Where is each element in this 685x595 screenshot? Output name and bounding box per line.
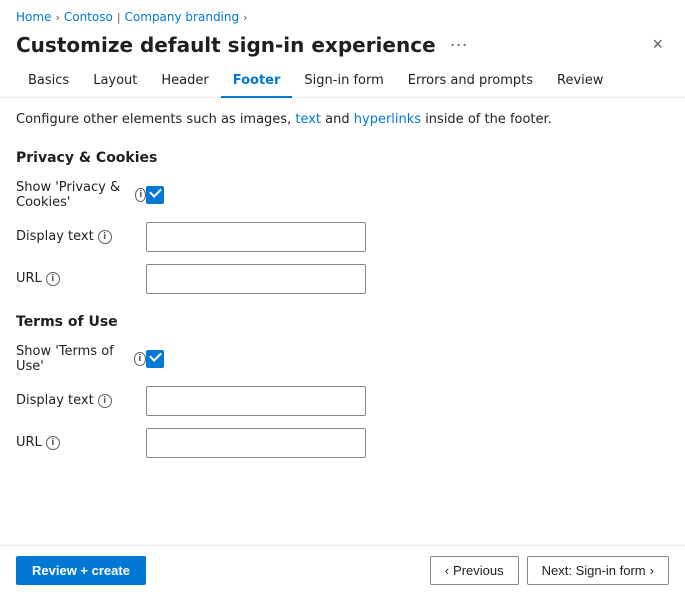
show-privacy-row: Show 'Privacy & Cookies' i [16, 180, 669, 210]
privacy-cookies-section: Privacy & Cookies Show 'Privacy & Cookie… [16, 150, 669, 294]
previous-label: Previous [453, 563, 504, 578]
tab-header[interactable]: Header [149, 65, 220, 98]
show-terms-label-text: Show 'Terms of Use' [16, 344, 130, 374]
main-container: Home › Contoso | Company branding › Cust… [0, 0, 685, 595]
privacy-display-text-row: Display text i [16, 222, 669, 252]
terms-url-info-icon[interactable]: i [46, 436, 60, 450]
show-privacy-checkbox-wrapper [146, 186, 164, 204]
breadcrumb-home[interactable]: Home [16, 10, 51, 24]
show-privacy-label: Show 'Privacy & Cookies' i [16, 180, 146, 210]
show-terms-info-icon[interactable]: i [134, 352, 147, 366]
show-terms-row: Show 'Terms of Use' i [16, 344, 669, 374]
breadcrumb: Home › Contoso | Company branding › [0, 0, 685, 28]
more-options-button[interactable]: ··· [444, 32, 474, 57]
tab-review[interactable]: Review [545, 65, 615, 98]
breadcrumb-sep-3: › [243, 11, 247, 24]
terms-of-use-section: Terms of Use Show 'Terms of Use' i Displ… [16, 314, 669, 458]
next-icon: › [650, 563, 654, 578]
terms-display-text-label-text: Display text [16, 393, 94, 408]
tab-signin-form[interactable]: Sign-in form [292, 65, 395, 98]
privacy-cookies-heading: Privacy & Cookies [16, 150, 669, 166]
tab-basics[interactable]: Basics [16, 65, 81, 98]
privacy-url-label: URL i [16, 271, 146, 286]
previous-button[interactable]: ‹ Previous [430, 556, 519, 585]
breadcrumb-sep-1: › [55, 11, 59, 24]
footer-bar: Review + create ‹ Previous Next: Sign-in… [0, 546, 685, 595]
previous-icon: ‹ [445, 563, 449, 578]
terms-url-label: URL i [16, 435, 146, 450]
terms-url-input[interactable] [146, 428, 366, 458]
terms-url-row: URL i [16, 428, 669, 458]
show-privacy-checkbox[interactable] [146, 186, 164, 204]
show-terms-label: Show 'Terms of Use' i [16, 344, 146, 374]
breadcrumb-sep-2: | [117, 11, 121, 24]
show-terms-checkbox[interactable] [146, 350, 164, 368]
tab-errors-prompts[interactable]: Errors and prompts [396, 65, 545, 98]
privacy-display-text-label: Display text i [16, 229, 146, 244]
tab-footer[interactable]: Footer [221, 65, 293, 98]
page-title-row: Customize default sign-in experience ··· [16, 32, 474, 57]
terms-of-use-heading: Terms of Use [16, 314, 669, 330]
content-area: Configure other elements such as images,… [0, 98, 685, 545]
close-button[interactable]: × [646, 32, 669, 57]
show-privacy-label-text: Show 'Privacy & Cookies' [16, 180, 131, 210]
privacy-url-label-text: URL [16, 271, 42, 286]
privacy-display-text-label-text: Display text [16, 229, 94, 244]
privacy-display-text-input[interactable] [146, 222, 366, 252]
tab-layout[interactable]: Layout [81, 65, 149, 98]
privacy-url-row: URL i [16, 264, 669, 294]
terms-display-text-row: Display text i [16, 386, 669, 416]
privacy-url-input[interactable] [146, 264, 366, 294]
privacy-display-text-info-icon[interactable]: i [98, 230, 112, 244]
next-button[interactable]: Next: Sign-in form › [527, 556, 669, 585]
page-title: Customize default sign-in experience [16, 33, 436, 57]
breadcrumb-contoso[interactable]: Contoso [64, 10, 113, 24]
show-terms-checkbox-wrapper [146, 350, 164, 368]
nav-button-group: ‹ Previous Next: Sign-in form › [430, 556, 669, 585]
next-label: Next: Sign-in form [542, 563, 646, 578]
breadcrumb-company-branding[interactable]: Company branding [125, 10, 240, 24]
show-privacy-info-icon[interactable]: i [135, 188, 146, 202]
terms-display-text-input[interactable] [146, 386, 366, 416]
info-text: Configure other elements such as images,… [16, 110, 669, 130]
info-text-link-hyperlinks[interactable]: hyperlinks [354, 112, 421, 127]
terms-url-label-text: URL [16, 435, 42, 450]
privacy-url-info-icon[interactable]: i [46, 272, 60, 286]
terms-display-text-label: Display text i [16, 393, 146, 408]
review-create-button[interactable]: Review + create [16, 556, 146, 585]
tab-nav: Basics Layout Header Footer Sign-in form… [0, 65, 685, 98]
terms-display-text-info-icon[interactable]: i [98, 394, 112, 408]
header-row: Customize default sign-in experience ···… [0, 28, 685, 65]
info-text-link-text[interactable]: text [295, 112, 321, 127]
